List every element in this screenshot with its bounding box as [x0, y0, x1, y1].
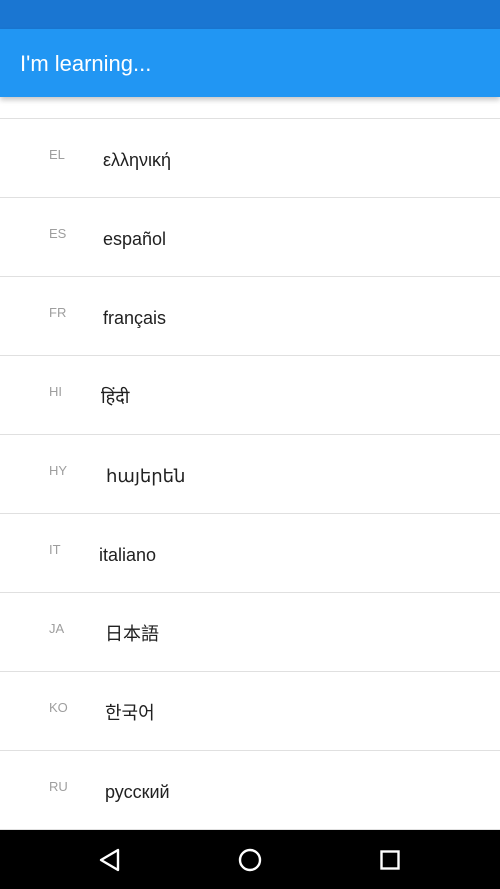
language-item-ko[interactable]: KO 한국어 [0, 672, 500, 751]
language-name: français [103, 308, 167, 328]
language-code: HY [49, 463, 68, 478]
language-item-fr[interactable]: FR français [0, 277, 500, 356]
language-item-el[interactable]: EL ελληνική [0, 119, 500, 198]
status-bar [0, 0, 500, 29]
language-name: 한국어 [105, 703, 155, 723]
language-item-es[interactable]: ES español [0, 198, 500, 277]
language-code: KO [49, 700, 68, 715]
language-name: español [103, 229, 167, 249]
language-item-ja[interactable]: JA 日本語 [0, 593, 500, 672]
navigation-bar [0, 830, 500, 889]
home-icon [235, 845, 265, 875]
language-item-it[interactable]: IT italiano [0, 514, 500, 593]
home-button[interactable] [235, 845, 265, 875]
language-code: JA [49, 621, 65, 636]
app-bar: I'm learning... [0, 29, 500, 97]
language-item-hi[interactable]: HI हिंदी [0, 356, 500, 435]
language-name: ελληνική [103, 150, 172, 170]
language-name: русский [105, 782, 170, 802]
recents-icon [375, 845, 405, 875]
language-code: ES [49, 226, 67, 241]
page-title: I'm learning... [20, 51, 152, 76]
language-item-ru[interactable]: RU русский [0, 751, 500, 830]
language-code: RU [49, 779, 68, 794]
language-code: IT [49, 542, 61, 557]
language-name: italiano [99, 545, 157, 565]
language-item-hy[interactable]: HY հայերեն [0, 435, 500, 514]
language-code: EL [49, 147, 65, 162]
back-icon [95, 845, 125, 875]
language-name: 日本語 [105, 624, 159, 644]
back-button[interactable] [95, 845, 125, 875]
language-name: हिंदी [101, 387, 130, 407]
language-code: FR [49, 305, 67, 320]
language-list: EL ελληνική ES español FR français HI हि… [0, 118, 500, 830]
language-name: հայերեն [106, 466, 186, 486]
language-code: HI [49, 384, 62, 399]
recents-button[interactable] [375, 845, 405, 875]
language-list-container[interactable]: EL ελληνική ES español FR français HI हि… [0, 97, 500, 830]
